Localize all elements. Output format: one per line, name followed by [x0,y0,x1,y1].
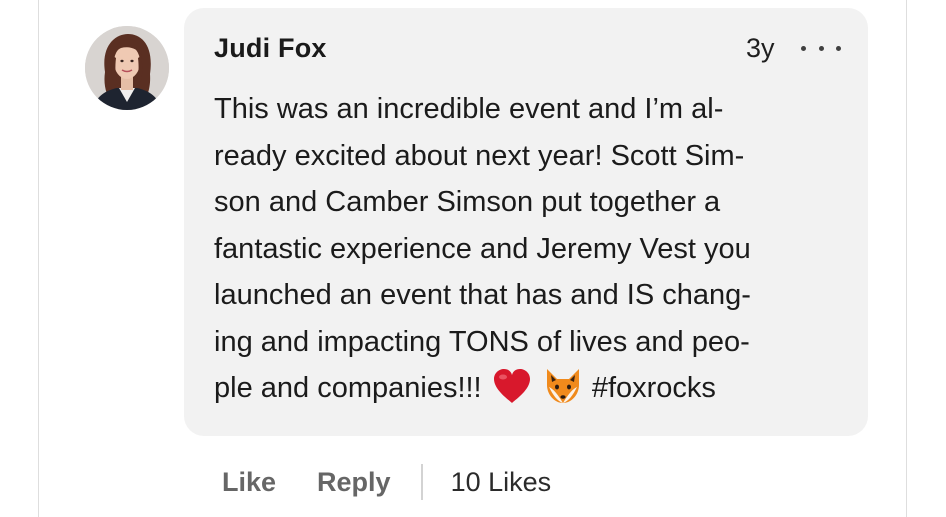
dot [818,45,824,51]
actions-divider [420,464,423,500]
comment-timestamp: 3y [746,33,775,63]
comment-page: Judi Fox 3y This was an incredible event… [0,0,946,517]
comment-line-last: ple and companies!!! #foxrocks [214,365,864,412]
likes-count-link[interactable]: 10 Likes [451,467,552,498]
reply-button[interactable]: Reply [317,467,391,498]
avatar-photo [85,26,169,110]
heart-emoji-icon [493,369,530,403]
left-border [38,0,39,517]
more-options-icon[interactable] [801,42,841,54]
like-button[interactable]: Like [222,467,276,498]
right-border [906,0,907,517]
fox-emoji-icon [546,369,579,403]
comment-line: son and Camber Simson put together a [214,186,721,218]
comment-last-text: ple and companies!!! [214,372,482,404]
comment-author[interactable]: Judi Fox [214,33,327,64]
avatar[interactable] [85,26,169,110]
comment-actions: Like Reply 10 Likes [222,462,551,502]
comment-line: ing and impacting TONS of lives and peo- [214,325,750,358]
comment-bubble: Judi Fox 3y This was an incredible event… [184,8,868,436]
dot [836,45,841,51]
comment-line: ready excited about next year! Scott Sim… [214,139,745,172]
hashtag-link[interactable]: #foxrocks [592,372,716,404]
comment-line: This was an incredible event and I’m al- [214,93,724,125]
comment-line: fantastic experience and Jeremy Vest you [214,232,751,265]
comment-body: This was an incredible event and I’m al-… [214,86,864,412]
dot [801,45,806,51]
comment-line: launched an event that has and IS chang- [214,279,751,311]
